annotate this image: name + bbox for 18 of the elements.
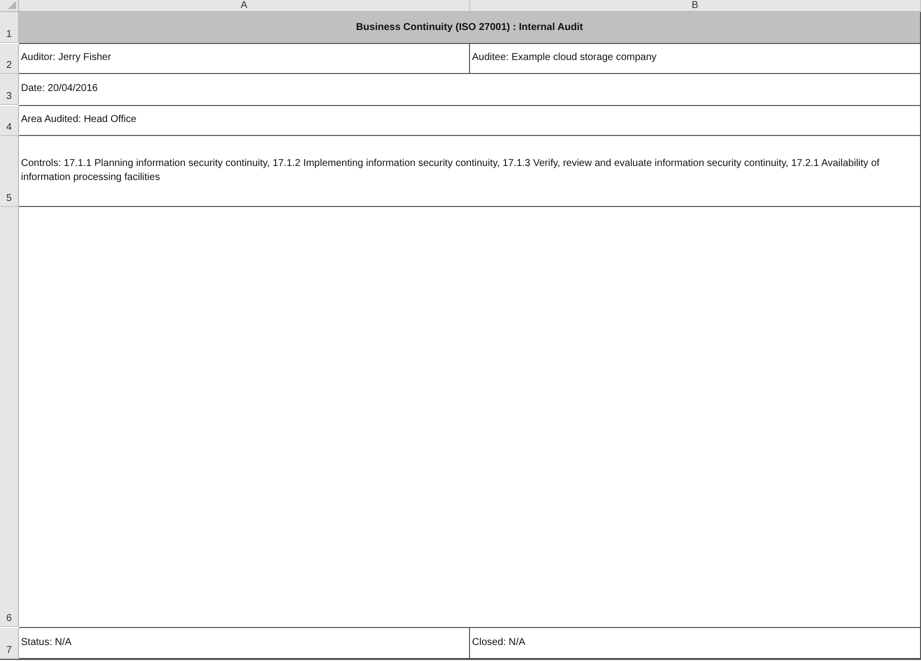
row-header[interactable]: 3 <box>0 74 19 106</box>
row-header[interactable]: 2 <box>0 44 19 74</box>
row-header[interactable]: 4 <box>0 106 19 136</box>
row-header[interactable]: 1 <box>0 12 19 44</box>
select-all-icon[interactable] <box>8 1 16 10</box>
table-cell: Auditee: Example cloud storage company <box>470 44 921 74</box>
column-header[interactable]: B <box>470 0 921 12</box>
table-cell: Area Audited: Head Office <box>19 106 921 136</box>
table-cell: Status: N/A <box>19 628 470 659</box>
table-cell: Auditor: Jerry Fisher <box>19 44 470 74</box>
table-cell: Controls: 17.1.1 Planning information security continuity, 17.1.2 Implementing information security continuity, 17.1.3 Verify, review and evaluate information security continuity, 17.2.1 Availability of information processing facilities <box>19 136 921 208</box>
column-header[interactable]: A <box>19 0 470 12</box>
table-cell: Date: 20/04/2016 <box>19 74 921 106</box>
sheet-title-cell: Business Continuity (ISO 27001) : Internal Audit <box>19 12 921 44</box>
row-header[interactable]: 5 <box>0 136 19 207</box>
table-cell: Closed: N/A <box>470 628 921 659</box>
row-header[interactable]: 6 <box>0 207 19 628</box>
row-header[interactable]: 7 <box>0 628 19 659</box>
